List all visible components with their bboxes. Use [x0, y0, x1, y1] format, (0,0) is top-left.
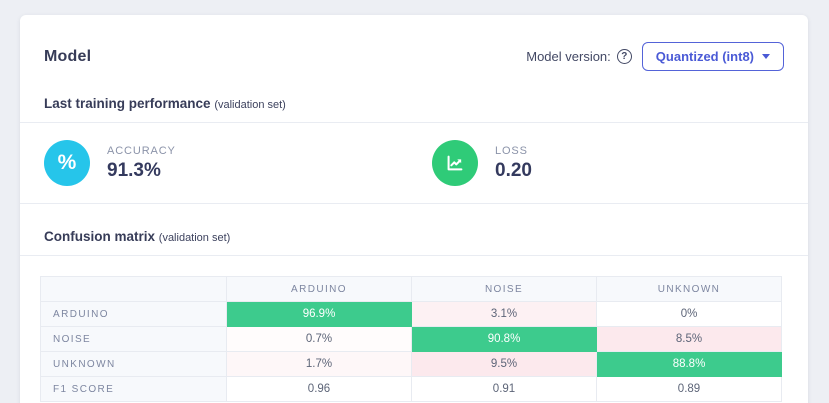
confusion-matrix-subtitle: (validation set) — [158, 232, 231, 244]
matrix-cell: 0.89 — [596, 376, 782, 402]
row-label-unknown: UNKNOWN — [40, 351, 227, 377]
matrix-cell: 0% — [596, 301, 782, 327]
matrix-cell: 1.7% — [226, 351, 412, 377]
line-chart-icon — [432, 140, 478, 186]
divider — [20, 203, 808, 204]
chevron-down-icon — [762, 54, 770, 59]
percent-icon: % — [44, 140, 90, 186]
matrix-cell: 0.96 — [226, 376, 412, 402]
metrics-row: % ACCURACY 91.3% LOSS 0.20 — [20, 123, 808, 203]
row-label-arduino: ARDUINO — [40, 301, 227, 327]
loss-metric: LOSS 0.20 — [432, 140, 532, 186]
column-header-arduino: ARDUINO — [226, 276, 412, 302]
table-row: UNKNOWN 1.7% 9.5% 88.8% — [40, 351, 782, 377]
table-header-row: ARDUINO NOISE UNKNOWN — [40, 276, 782, 302]
training-performance-heading: Last training performance (validation se… — [44, 96, 784, 111]
loss-text: LOSS 0.20 — [495, 145, 532, 182]
table-row: F1 SCORE 0.96 0.91 0.89 — [40, 376, 782, 402]
accuracy-value: 91.3% — [107, 159, 161, 181]
confusion-matrix-title: Confusion matrix — [44, 229, 156, 244]
corner-cell — [40, 276, 227, 302]
row-label-noise: NOISE — [40, 326, 227, 352]
training-performance-title: Last training performance — [44, 96, 211, 111]
confusion-matrix-table: ARDUINO NOISE UNKNOWN ARDUINO 96.9% 3.1%… — [40, 276, 782, 402]
accuracy-metric: % ACCURACY 91.3% — [44, 140, 432, 186]
model-version-group: Model version: ? Quantized (int8) — [526, 42, 784, 71]
model-card: Model Model version: ? Quantized (int8) … — [20, 15, 808, 403]
matrix-cell: 96.9% — [226, 301, 412, 327]
table-row: NOISE 0.7% 90.8% 8.5% — [40, 326, 782, 352]
column-header-unknown: UNKNOWN — [596, 276, 782, 302]
column-header-noise: NOISE — [411, 276, 597, 302]
model-version-label: Model version: — [526, 49, 611, 64]
matrix-cell: 9.5% — [411, 351, 597, 377]
help-icon[interactable]: ? — [616, 49, 632, 64]
accuracy-label: ACCURACY — [107, 144, 176, 157]
matrix-cell: 8.5% — [596, 326, 782, 352]
matrix-cell: 0.91 — [411, 376, 597, 402]
accuracy-text: ACCURACY 91.3% — [107, 145, 176, 182]
confusion-matrix-table-wrap: ARDUINO NOISE UNKNOWN ARDUINO 96.9% 3.1%… — [20, 256, 808, 403]
model-version-value: Quantized (int8) — [655, 49, 754, 64]
matrix-cell: 3.1% — [411, 301, 597, 327]
table-row: ARDUINO 96.9% 3.1% 0% — [40, 301, 782, 327]
matrix-cell: 88.8% — [596, 351, 782, 377]
row-label-f1-score: F1 SCORE — [40, 376, 227, 402]
loss-value: 0.20 — [495, 159, 532, 181]
confusion-matrix-heading: Confusion matrix (validation set) — [44, 229, 784, 244]
percent-glyph: % — [57, 151, 77, 174]
loss-label: LOSS — [495, 144, 528, 157]
card-header: Model Model version: ? Quantized (int8) — [20, 15, 808, 71]
page-title: Model — [44, 47, 92, 65]
matrix-cell: 0.7% — [226, 326, 412, 352]
matrix-cell: 90.8% — [411, 326, 597, 352]
training-performance-subtitle: (validation set) — [214, 99, 286, 111]
model-version-dropdown[interactable]: Quantized (int8) — [641, 42, 784, 71]
